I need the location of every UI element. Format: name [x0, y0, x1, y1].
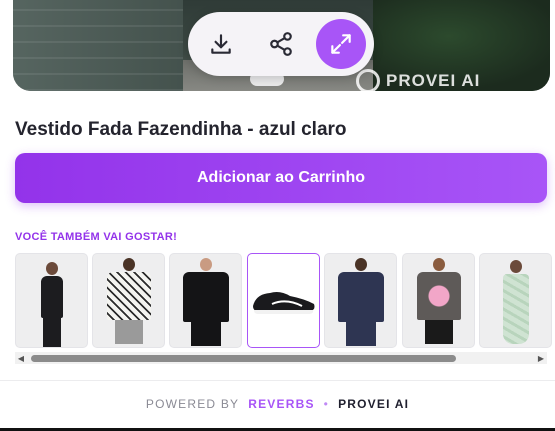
product-title: Vestido Fada Fazendinha - azul claro [15, 119, 347, 140]
footer-separator: • [323, 397, 330, 411]
reverbs-link[interactable]: REVERBS [248, 397, 314, 411]
image-toolbar [188, 12, 374, 76]
footer: POWERED BY REVERBS • PROVEI AI [0, 396, 555, 412]
provei-watermark: PROVEI AI [356, 69, 481, 91]
product-thumbnail [106, 258, 151, 344]
powered-by-text: POWERED BY [145, 397, 240, 411]
share-button[interactable] [256, 19, 306, 69]
product-card[interactable] [15, 253, 88, 348]
scrollbar-thumb[interactable] [31, 355, 456, 362]
share-icon [270, 32, 292, 56]
expand-button[interactable] [316, 19, 366, 69]
watermark-text: PROVEI AI [386, 71, 481, 90]
download-icon [211, 34, 231, 54]
product-thumbnail [182, 258, 229, 346]
expand-icon [331, 34, 351, 54]
footer-divider [0, 380, 555, 381]
sneaker-thumbnail [253, 292, 315, 314]
download-button[interactable] [196, 19, 246, 69]
provei-ai-link[interactable]: PROVEI AI [338, 397, 409, 411]
product-card[interactable] [324, 253, 397, 348]
product-thumbnail [416, 258, 461, 344]
add-to-cart-button[interactable]: Adicionar ao Carrinho [15, 153, 547, 203]
recommendations-carousel [15, 253, 555, 348]
product-card[interactable] [92, 253, 165, 348]
product-card-selected[interactable] [247, 253, 320, 348]
provei-logo-icon [356, 69, 380, 91]
recommendations-label: VOCÊ TAMBÉM VAI GOSTAR! [15, 231, 178, 243]
product-card[interactable] [169, 253, 242, 348]
scroll-left-arrow-icon[interactable]: ◀ [15, 352, 27, 364]
carousel-scrollbar[interactable]: ◀ ▶ [15, 352, 547, 364]
brick-wall-background [13, 0, 183, 91]
product-thumbnail [40, 262, 63, 347]
product-thumbnail [337, 258, 384, 346]
product-thumbnail [502, 260, 529, 344]
product-card[interactable] [402, 253, 475, 348]
product-card[interactable] [479, 253, 552, 348]
scroll-right-arrow-icon[interactable]: ▶ [535, 352, 547, 364]
